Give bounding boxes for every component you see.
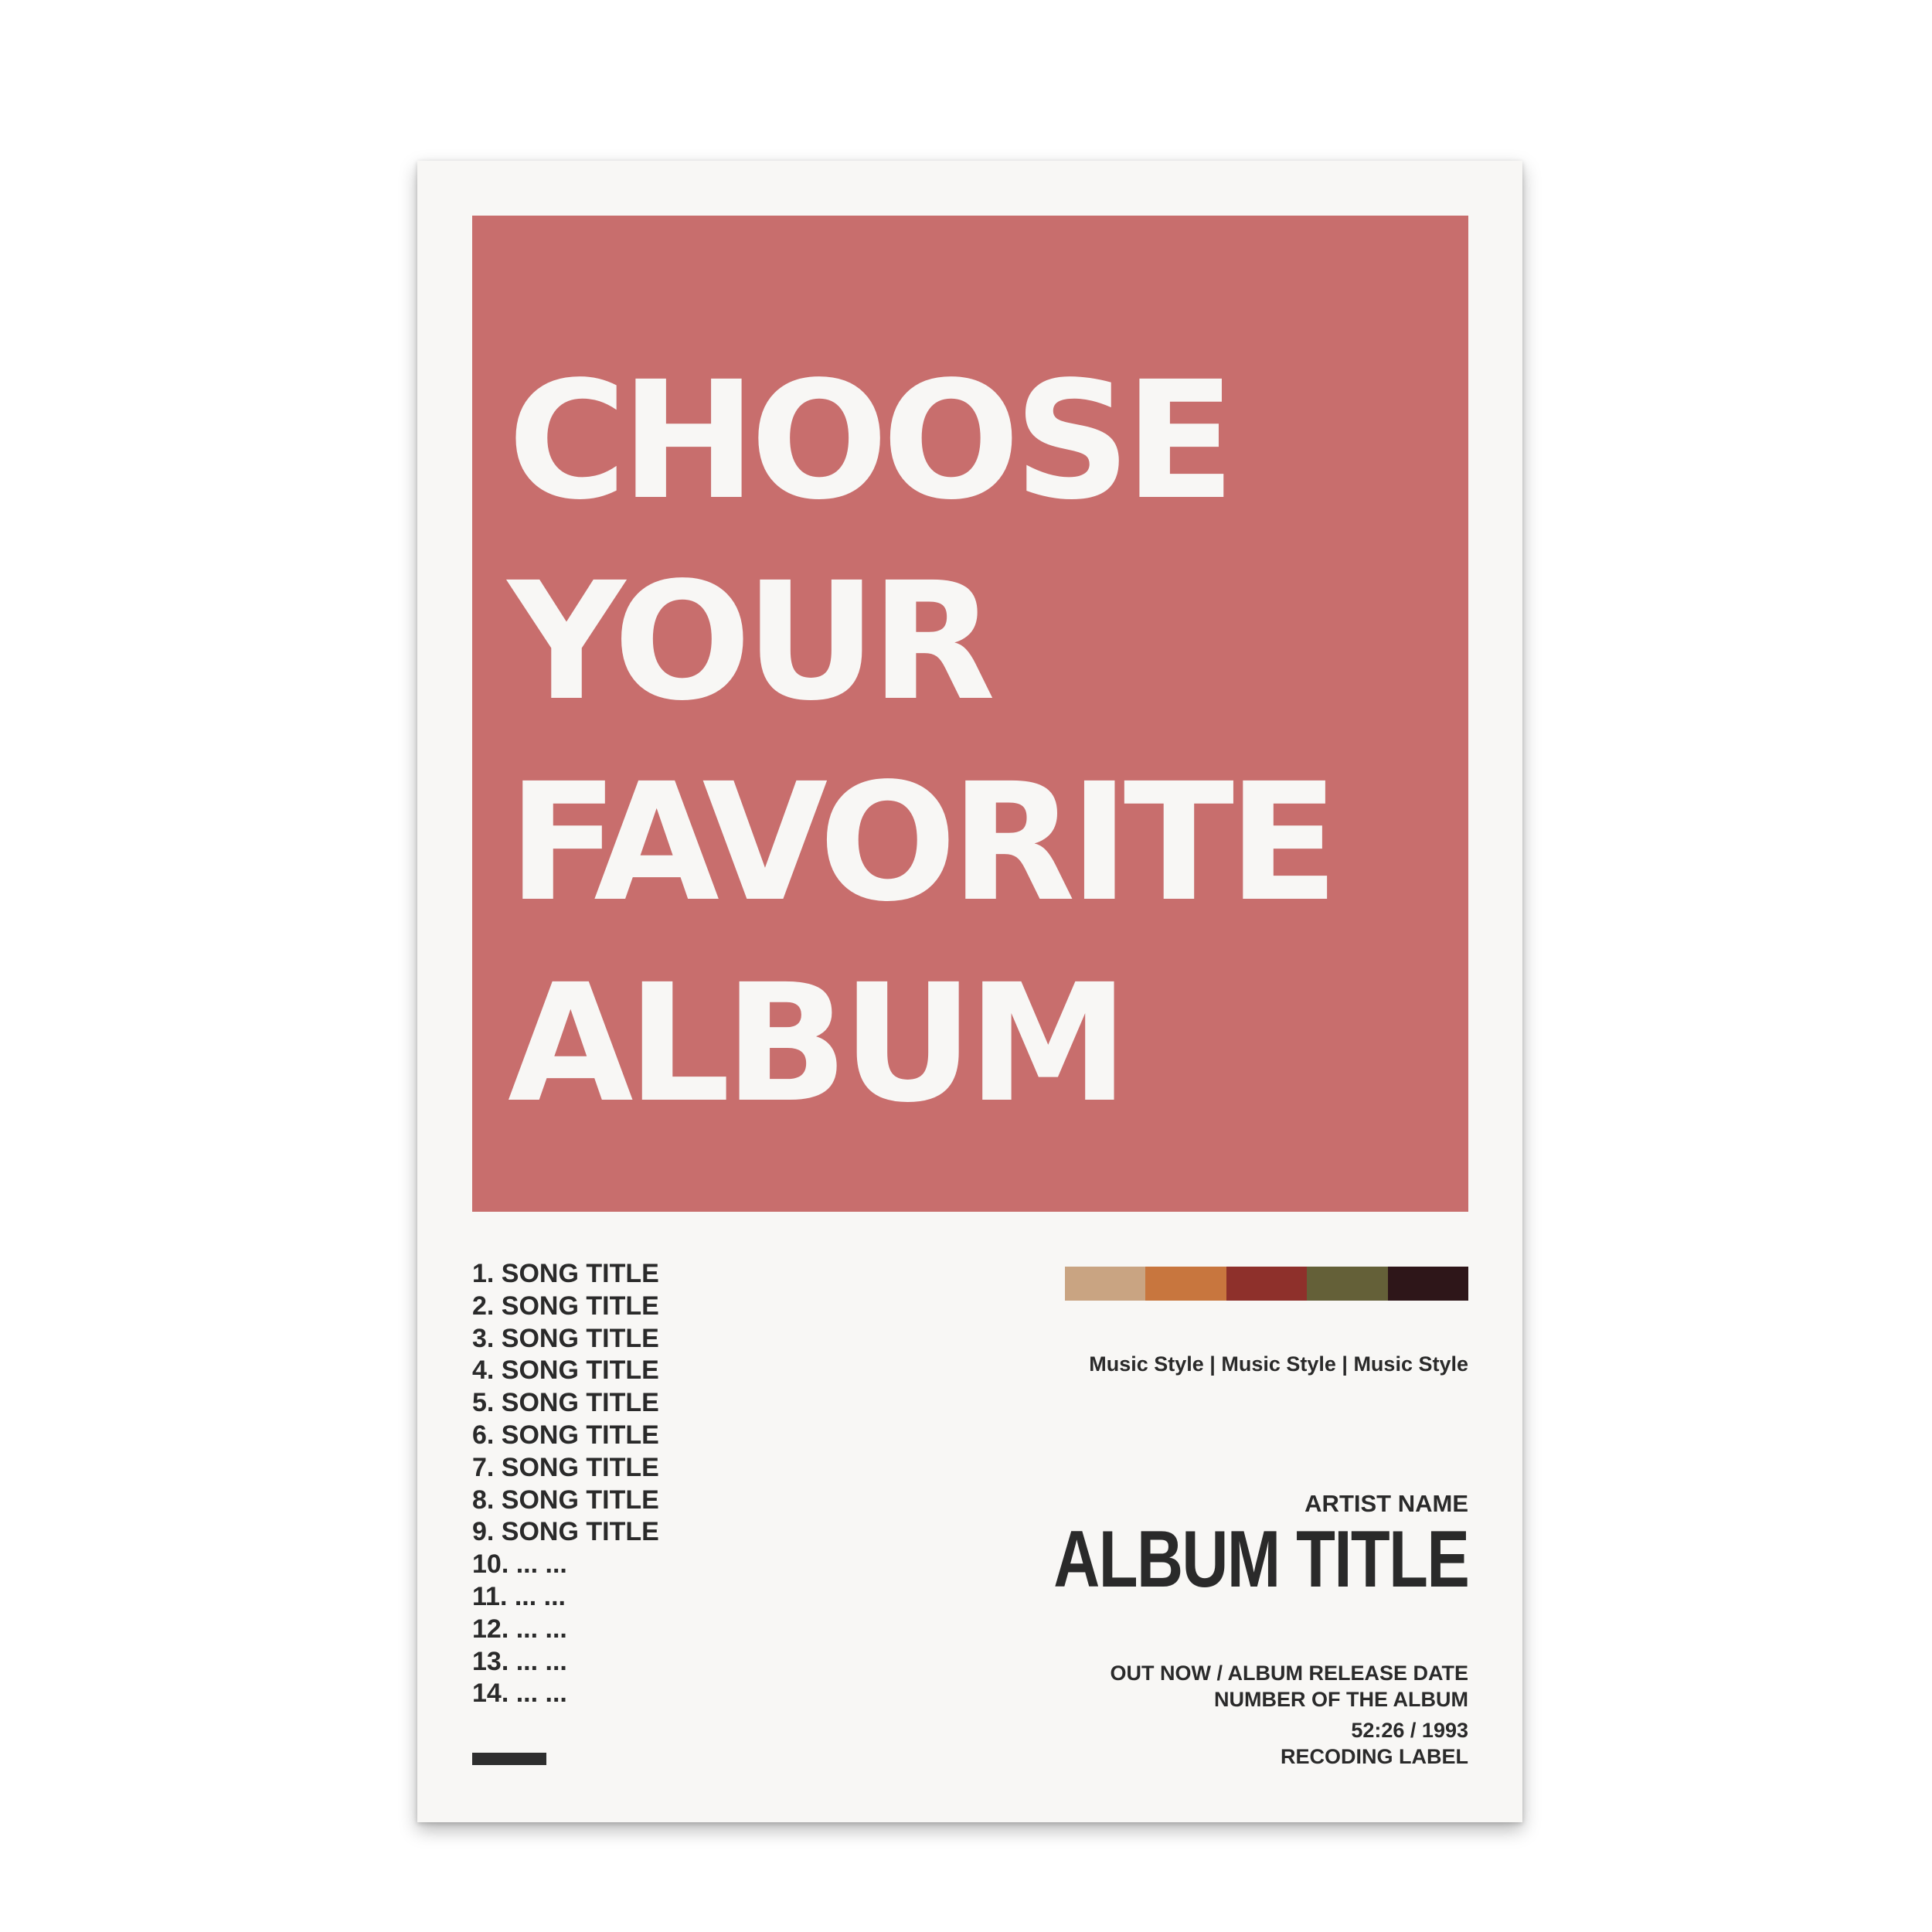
- artist-name: ARTIST NAME: [1304, 1490, 1468, 1517]
- headline-line-2: YOUR: [508, 547, 995, 736]
- album-cover-block: CHOOSE YOUR FAVORITE ALBUM: [472, 216, 1468, 1212]
- track-item: 13. ... ...: [472, 1646, 567, 1676]
- headline-line-1: CHOOSE: [508, 346, 1236, 536]
- track-item: 5. SONG TITLE: [472, 1388, 659, 1418]
- track-item: 9. SONG TITLE: [472, 1517, 659, 1547]
- stage: CHOOSE YOUR FAVORITE ALBUM 1. SONG TITLE…: [0, 0, 1932, 1932]
- track-item: 11. ... ...: [472, 1581, 566, 1611]
- music-styles: Music Style | Music Style | Music Style: [1089, 1352, 1468, 1376]
- length-year: 52:26 / 1993: [1351, 1719, 1468, 1742]
- recording-label: RECODING LABEL: [1281, 1745, 1468, 1768]
- album-poster: CHOOSE YOUR FAVORITE ALBUM 1. SONG TITLE…: [417, 161, 1522, 1822]
- album-info: OUT NOW / ALBUM RELEASE DATE NUMBER OF T…: [1111, 1660, 1468, 1770]
- tracklist: 1. SONG TITLE 2. SONG TITLE 3. SONG TITL…: [472, 1258, 659, 1710]
- track-item: 3. SONG TITLE: [472, 1323, 659, 1353]
- track-item: 2. SONG TITLE: [472, 1291, 659, 1321]
- track-item: 8. SONG TITLE: [472, 1485, 659, 1515]
- track-item: 10. ... ...: [472, 1549, 567, 1580]
- palette-swatch: [1065, 1267, 1146, 1301]
- album-title: ALBUM TITLE: [1053, 1515, 1470, 1604]
- album-number: NUMBER OF THE ALBUM: [1214, 1688, 1468, 1711]
- track-item: 12. ... ...: [472, 1614, 567, 1644]
- headline-line-3: FAVORITE: [508, 748, 1339, 937]
- palette-swatch: [1145, 1267, 1226, 1301]
- cover-headline: CHOOSE YOUR FAVORITE ALBUM: [508, 341, 1339, 1145]
- palette-swatch: [1307, 1267, 1388, 1301]
- track-item: 7. SONG TITLE: [472, 1452, 659, 1482]
- color-palette: [1065, 1267, 1469, 1301]
- track-item: 6. SONG TITLE: [472, 1420, 659, 1450]
- track-item: 1. SONG TITLE: [472, 1259, 659, 1288]
- track-item: 4. SONG TITLE: [472, 1355, 659, 1386]
- headline-line-4: ALBUM: [508, 949, 1129, 1138]
- palette-swatch: [1226, 1267, 1308, 1301]
- palette-swatch: [1387, 1267, 1469, 1301]
- footer-divider-bar: [472, 1753, 546, 1765]
- release-date: OUT NOW / ALBUM RELEASE DATE: [1110, 1662, 1468, 1685]
- track-item: 14. ... ...: [472, 1679, 567, 1709]
